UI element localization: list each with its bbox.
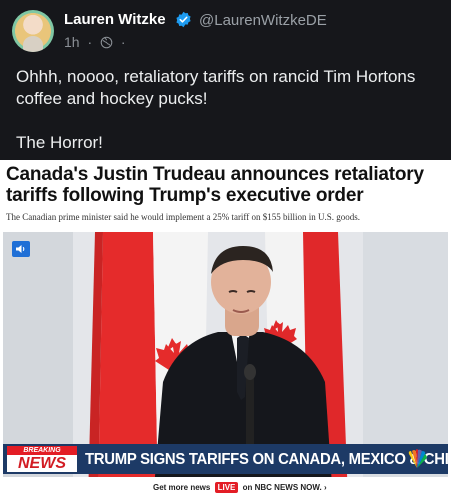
- embedded-article-card[interactable]: Canada's Justin Trudeau announces retali…: [0, 160, 451, 500]
- meta-separator-2: ·: [120, 34, 126, 50]
- chyron-text: TRUMP SIGNS TARIFFS ON CANADA, MEXICO & …: [85, 451, 448, 468]
- globe-visibility-icon: [100, 36, 113, 49]
- nbc-promo[interactable]: Get more news LIVE on NBC NEWS NOW. ›: [153, 482, 327, 493]
- nbc-peacock-logo-icon: [408, 449, 427, 468]
- avatar[interactable]: [12, 10, 54, 52]
- live-badge: LIVE: [214, 482, 239, 493]
- verified-badge-icon: [176, 11, 191, 28]
- breaking-label: BREAKING: [7, 446, 77, 455]
- author-name[interactable]: Lauren Witzke: [64, 11, 166, 28]
- mute-toggle-button[interactable]: [12, 241, 30, 257]
- video-player[interactable]: BREAKING NEWS TRUMP SIGNS TARIFFS ON CAN…: [3, 232, 448, 500]
- article-headline: Canada's Justin Trudeau announces retali…: [6, 164, 424, 206]
- meta-separator: ·: [87, 34, 93, 50]
- article-subhead: The Canadian prime minister said he woul…: [6, 212, 361, 222]
- post-text-line2: The Horror!: [16, 133, 103, 152]
- post-text-line1: Ohhh, noooo, retaliatory tariffs on ranc…: [16, 67, 416, 108]
- post-time: 1h: [64, 34, 80, 50]
- post-header: Lauren Witzke @LaurenWitzkeDE 1h · ·: [0, 0, 451, 60]
- post-meta: 1h · ·: [64, 34, 130, 50]
- chevron-right-icon: ›: [323, 483, 327, 492]
- speaker-icon: [16, 245, 25, 253]
- promo-brand: NBC NEWS NOW.: [254, 483, 322, 492]
- breaking-news-badge: BREAKING NEWS: [7, 446, 77, 472]
- author-handle[interactable]: @LaurenWitzkeDE: [199, 12, 327, 29]
- promo-prefix: Get more news: [153, 483, 211, 492]
- news-label: NEWS: [7, 455, 77, 472]
- promo-on: on: [242, 483, 253, 492]
